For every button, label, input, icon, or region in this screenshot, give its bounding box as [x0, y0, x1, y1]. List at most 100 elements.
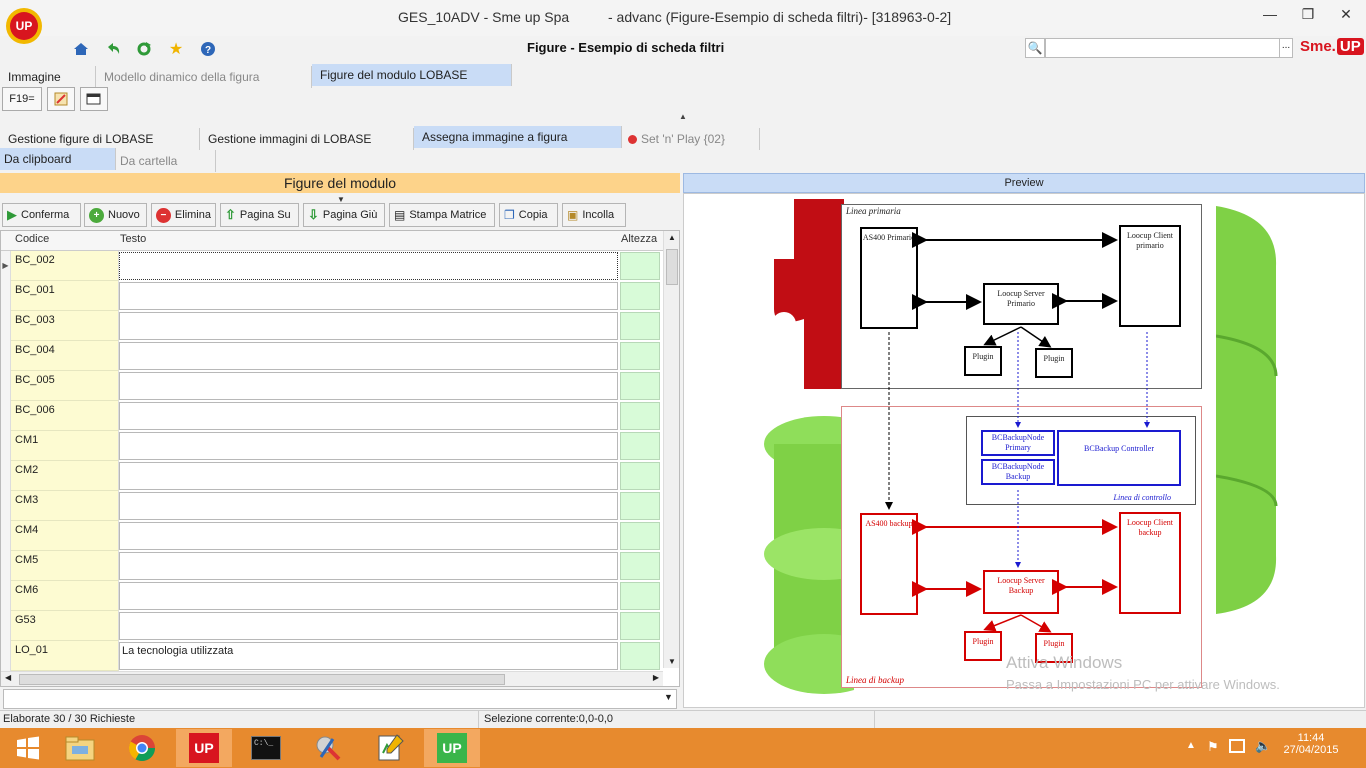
cell-testo[interactable]: La tecnologia utilizzata [119, 642, 618, 670]
windows-start-icon[interactable] [0, 729, 56, 767]
cell-altezza[interactable] [620, 432, 660, 460]
row-selector[interactable]: ▶ [1, 251, 11, 281]
cell-codice[interactable]: G53 [11, 611, 119, 641]
row-selector[interactable] [1, 311, 11, 341]
cell-altezza[interactable] [620, 552, 660, 580]
vertical-scrollbar[interactable]: ▲ ▼ [663, 231, 679, 668]
cell-codice[interactable]: LO_01 [11, 641, 119, 671]
grid-filter-input[interactable] [3, 689, 677, 709]
cell-testo[interactable] [119, 282, 618, 310]
help-icon[interactable]: ? [197, 38, 219, 60]
close-button[interactable]: ✕ [1332, 6, 1360, 26]
tab-da-clipboard[interactable]: Da clipboard [0, 148, 116, 170]
cell-altezza[interactable] [620, 612, 660, 640]
home-icon[interactable] [70, 38, 92, 60]
row-selector[interactable] [1, 641, 11, 671]
cell-testo[interactable] [119, 582, 618, 610]
column-testo[interactable]: Testo [120, 233, 146, 245]
tray-expand-icon[interactable]: ▲ [1186, 740, 1196, 751]
row-selector[interactable] [1, 401, 11, 431]
tab-figure-modulo[interactable]: Figure del modulo LOBASE [312, 64, 512, 86]
cell-altezza[interactable] [620, 492, 660, 520]
table-row[interactable]: BC_006 [1, 401, 663, 431]
horizontal-scroll-thumb[interactable] [19, 674, 505, 685]
editor-icon[interactable] [362, 729, 418, 767]
cell-codice[interactable]: BC_004 [11, 341, 119, 371]
scroll-left-icon[interactable]: ◀ [5, 673, 11, 682]
elimina-button[interactable]: − Elimina [151, 203, 216, 227]
tab-immagine[interactable]: Immagine [0, 66, 96, 88]
f19-button[interactable]: F19= [2, 87, 42, 111]
table-row[interactable]: CM2 [1, 461, 663, 491]
cell-testo[interactable] [119, 252, 618, 280]
table-row[interactable]: CM5 [1, 551, 663, 581]
table-row[interactable]: CM1 [1, 431, 663, 461]
table-row[interactable]: ▶ BC_002 [1, 251, 663, 281]
tab-gestione-figure[interactable]: Gestione figure di LOBASE [0, 128, 200, 150]
cell-testo[interactable] [119, 462, 618, 490]
file-explorer-icon[interactable] [52, 729, 108, 767]
row-selector[interactable] [1, 611, 11, 641]
cell-codice[interactable]: BC_001 [11, 281, 119, 311]
cell-altezza[interactable] [620, 642, 660, 670]
cell-altezza[interactable] [620, 522, 660, 550]
tab-da-cartella[interactable]: Da cartella [116, 150, 216, 172]
cell-testo[interactable] [119, 432, 618, 460]
cell-altezza[interactable] [620, 462, 660, 490]
cell-testo[interactable] [119, 552, 618, 580]
nuovo-button[interactable]: + Nuovo [84, 203, 147, 227]
search-input[interactable] [1045, 38, 1281, 58]
flag-icon[interactable]: ⚑ [1207, 739, 1219, 755]
volume-icon[interactable]: 🔈 [1255, 738, 1271, 754]
table-row[interactable]: BC_004 [1, 341, 663, 371]
tab-gestione-immagini[interactable]: Gestione immagini di LOBASE [200, 128, 414, 150]
table-row[interactable]: CM3 [1, 491, 663, 521]
tab-set-n-play[interactable]: Set 'n' Play {02} [622, 128, 760, 150]
smeup-active-icon[interactable]: UP [424, 729, 480, 767]
favorite-icon[interactable]: ★ [165, 38, 187, 60]
table-row[interactable]: BC_001 [1, 281, 663, 311]
cell-codice[interactable]: BC_005 [11, 371, 119, 401]
search-more-button[interactable]: ... [1279, 38, 1293, 58]
cell-codice[interactable]: CM1 [11, 431, 119, 461]
window-select-icon[interactable] [80, 87, 108, 111]
network-icon[interactable] [1229, 739, 1245, 753]
chrome-icon[interactable] [114, 729, 170, 767]
row-selector[interactable] [1, 521, 11, 551]
row-selector[interactable] [1, 431, 11, 461]
column-altezza[interactable]: Altezza [621, 233, 657, 245]
minimize-button[interactable]: — [1256, 6, 1284, 26]
row-selector[interactable] [1, 371, 11, 401]
tab-modello-dinamico[interactable]: Modello dinamico della figura [96, 66, 312, 88]
cell-altezza[interactable] [620, 342, 660, 370]
app-logo-icon[interactable]: UP [6, 8, 42, 44]
table-row[interactable]: CM4 [1, 521, 663, 551]
table-row[interactable]: BC_005 [1, 371, 663, 401]
row-selector[interactable] [1, 491, 11, 521]
cell-codice[interactable]: BC_003 [11, 311, 119, 341]
column-codice[interactable]: Codice [15, 233, 49, 245]
vertical-scroll-thumb[interactable] [666, 249, 678, 285]
cell-testo[interactable] [119, 372, 618, 400]
tools-icon[interactable] [300, 729, 356, 767]
cell-testo[interactable] [119, 612, 618, 640]
conferma-button[interactable]: ▶ Conferma [2, 203, 81, 227]
cell-altezza[interactable] [620, 402, 660, 430]
cell-testo[interactable] [119, 342, 618, 370]
cell-codice[interactable]: BC_006 [11, 401, 119, 431]
scroll-down-icon[interactable]: ▼ [668, 657, 676, 666]
scroll-right-icon[interactable]: ▶ [653, 673, 659, 682]
copia-button[interactable]: ❐ Copia [499, 203, 558, 227]
row-selector[interactable] [1, 581, 11, 611]
smeup-icon[interactable]: UP [176, 729, 232, 767]
table-row[interactable]: LO_01 La tecnologia utilizzata [1, 641, 663, 671]
pagina-su-button[interactable]: ⇧ Pagina Su [220, 203, 299, 227]
filter-dropdown-icon[interactable]: ▼ [664, 692, 673, 702]
tab-assegna-immagine[interactable]: Assegna immagine a figura [414, 126, 622, 148]
row-selector[interactable] [1, 341, 11, 371]
cell-codice[interactable]: CM4 [11, 521, 119, 551]
row-selector[interactable] [1, 551, 11, 581]
cell-testo[interactable] [119, 402, 618, 430]
clock[interactable]: 11:44 27/04/2015 [1281, 732, 1341, 756]
cell-testo[interactable] [119, 492, 618, 520]
